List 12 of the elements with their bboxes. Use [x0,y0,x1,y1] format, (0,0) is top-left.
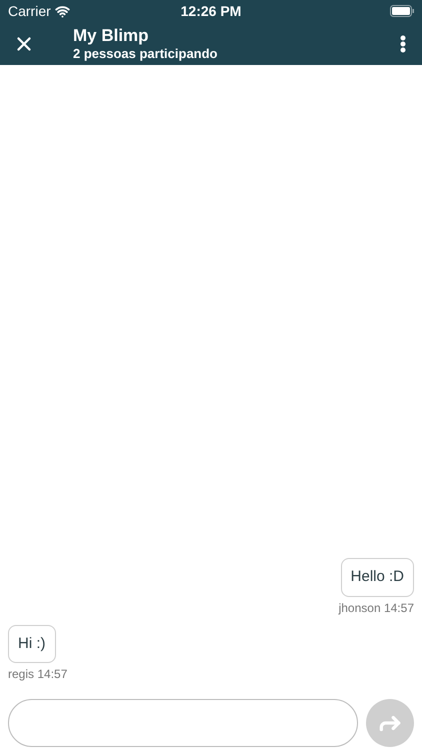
participants-count: 2 pessoas participando [73,46,218,62]
message-input[interactable] [8,699,358,747]
chat-title: My Blimp [73,24,150,46]
message-bubble: Hi :) [8,624,56,663]
carrier-label: Carrier [8,2,51,20]
battery-icon [390,5,414,17]
message-meta: regis 14:57 [8,666,68,683]
wifi-icon [54,4,70,18]
message-bubble: Hello :D [340,558,414,596]
clock: 12:26 PM [180,2,242,20]
more-icon [400,34,406,52]
message-meta: jhonson 14:57 [338,600,414,616]
